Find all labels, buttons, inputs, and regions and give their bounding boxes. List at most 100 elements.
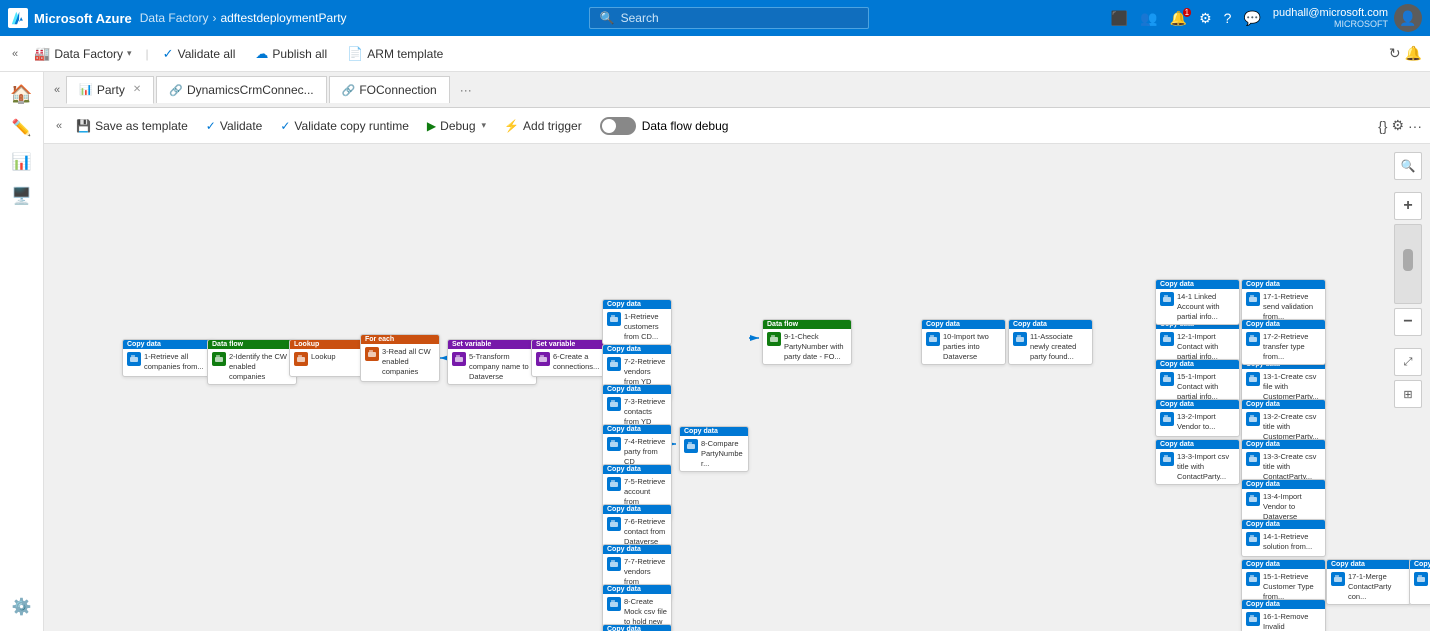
pipeline-node-n15[interactable]: Copy data 9-Retrieve temp args and Party…: [602, 624, 672, 631]
node-type-header: Copy data: [680, 427, 748, 436]
refresh-icon[interactable]: ↻: [1389, 45, 1401, 62]
add-trigger-btn[interactable]: ⚡ Add trigger: [496, 115, 590, 137]
breadcrumb-datafactory[interactable]: Data Factory: [140, 11, 209, 25]
left-icon-pencil[interactable]: ✏️: [6, 112, 38, 144]
canvas-zoom-out-btn[interactable]: −: [1394, 308, 1422, 336]
tab-party-close[interactable]: ✕: [133, 84, 141, 95]
nav-collapse-button[interactable]: «: [8, 46, 22, 62]
nav-dropdown-icon[interactable]: ▾: [127, 48, 132, 59]
node-body: 5-Transform company name to Dataverse: [448, 349, 536, 384]
node-body: 8-Compare PartyNumber...: [680, 436, 748, 471]
node-icon: [536, 352, 550, 366]
data-factory-icon: 🏭: [34, 46, 50, 62]
pipeline-node-n38[interactable]: Copy data 17-2-Retrieve transfer type fr…: [1241, 319, 1326, 365]
node-icon: [452, 352, 466, 366]
canvas-search-btn[interactable]: 🔍: [1394, 152, 1422, 180]
pipeline-node-n3[interactable]: Lookup Lookup: [289, 339, 364, 377]
canvas-fit-btn[interactable]: ⤢: [1394, 348, 1422, 376]
cloud-shell-icon[interactable]: ⬛: [1111, 10, 1128, 27]
pipeline-node-n18[interactable]: Copy data 10-Import two parties into Dat…: [921, 319, 1006, 365]
pipeline-node-n31[interactable]: Copy data 17-1-Merge ContactParty con...: [1326, 559, 1411, 605]
node-type-header: Copy data: [603, 505, 671, 514]
tab-collapse-btn[interactable]: «: [48, 80, 66, 100]
node-label: 8-Compare PartyNumber...: [701, 439, 744, 468]
user-info[interactable]: pudhall@microsoft.com MICROSOFT 👤: [1273, 4, 1422, 32]
node-label: 17-2-Retrieve transfer type from...: [1263, 332, 1321, 361]
azure-logo[interactable]: Microsoft Azure: [8, 8, 132, 28]
node-label: 12-1-Import Contact with partial info...: [1177, 332, 1235, 361]
search-box[interactable]: 🔍: [589, 7, 869, 29]
publish-icon: ☁: [255, 46, 268, 62]
code-icon[interactable]: {}: [1378, 118, 1387, 134]
pipeline-node-n1[interactable]: Copy data 1-Retrieve all companies from.…: [122, 339, 217, 377]
node-icon: [607, 597, 621, 611]
more-icon[interactable]: ···: [1408, 118, 1422, 134]
pipeline-node-n2[interactable]: Data flow 2-Identify the CW enabled comp…: [207, 339, 297, 385]
node-label: 1-Retrieve all companies from...: [144, 352, 212, 372]
help-icon[interactable]: ?: [1224, 10, 1232, 26]
pipeline-node-n19[interactable]: Copy data 11-Associate newly created par…: [1008, 319, 1093, 365]
node-body: 3-Read all CW enabled companies: [361, 344, 439, 379]
node-label: 14-1 Linked Account with partial info...: [1177, 292, 1235, 321]
tab-party-icon: 📊: [79, 83, 93, 96]
breadcrumb-sep: ›: [212, 11, 216, 25]
pipeline-node-n4[interactable]: For each 3-Read all CW enabled companies: [360, 334, 440, 382]
nav-publish-all[interactable]: ☁ Publish all: [247, 42, 335, 66]
directory-icon[interactable]: 👥: [1140, 10, 1157, 27]
filter-icon[interactable]: ⚙: [1391, 117, 1404, 134]
validate-btn[interactable]: ✓ Validate: [198, 115, 271, 137]
debug-dropdown-icon[interactable]: ▾: [482, 120, 487, 131]
debug-btn[interactable]: ▶ Debug ▾: [419, 115, 494, 137]
tab-dynamics[interactable]: 🔗 DynamicsCrmConnec...: [156, 76, 326, 103]
canvas-layout-btn[interactable]: ⊞: [1394, 380, 1422, 408]
node-icon: [1246, 412, 1260, 426]
node-label: 5-Transform company name to Dataverse: [469, 352, 532, 381]
node-label: 1-Retrieve customers from CD...: [624, 312, 667, 341]
left-icon-home[interactable]: 🏠: [6, 78, 38, 110]
nav-arm-template[interactable]: 📄 ARM template: [339, 42, 451, 66]
left-icon-gear[interactable]: ⚙️: [6, 591, 38, 623]
pipeline-node-n33[interactable]: Copy data 14-1 Linked Account with parti…: [1155, 279, 1240, 325]
pipeline-node-n16[interactable]: Copy data 8-Compare PartyNumber...: [679, 426, 749, 472]
tab-party[interactable]: 📊 Party ✕: [66, 76, 154, 104]
validate-copy-btn[interactable]: ✓ Validate copy runtime: [272, 115, 417, 137]
search-input[interactable]: [621, 11, 821, 25]
avatar[interactable]: 👤: [1394, 4, 1422, 32]
debug-toggle-switch[interactable]: [600, 117, 636, 135]
toolbar-collapse-btn[interactable]: «: [52, 120, 66, 132]
canvas-controls: 🔍 + − ⤢ ⊞: [1394, 152, 1422, 408]
node-icon: [1160, 332, 1174, 346]
debug-toggle-area: Data flow debug: [600, 117, 729, 135]
tab-bar: « 📊 Party ✕ 🔗 DynamicsCrmConnec... 🔗 FOC…: [44, 72, 1430, 108]
nav-data-factory[interactable]: 🏭 Data Factory ▾: [26, 42, 139, 66]
validate-copy-label: Validate copy runtime: [294, 119, 409, 133]
pipeline-node-n36[interactable]: Copy data 13-3-Import csv title with Con…: [1155, 439, 1240, 485]
nav-data-factory-label: Data Factory: [54, 47, 123, 61]
pipeline-node-n17[interactable]: Data flow 9-1-Check PartyNumber with par…: [762, 319, 852, 365]
node-icon: [607, 437, 621, 451]
notification-icon[interactable]: 🔔1: [1170, 10, 1187, 27]
nav-validate-all[interactable]: ✓ Validate all: [155, 42, 244, 66]
pipeline-node-n27[interactable]: Copy data 16-1-Remove Invalid ContactPar…: [1241, 599, 1326, 631]
trigger-icon: ⚡: [504, 119, 519, 133]
pipeline-node-n32[interactable]: Copy data 19-Import ContactParty into...: [1409, 559, 1430, 605]
top-bar-center: 🔍: [347, 7, 1111, 29]
node-type-header: For each: [361, 335, 439, 344]
left-icon-monitor[interactable]: 🖥️: [6, 180, 38, 212]
save-template-btn[interactable]: 💾 Save as template: [68, 115, 196, 137]
pipeline-node-n5[interactable]: Set variable 5-Transform company name to…: [447, 339, 537, 385]
left-icon-data[interactable]: 📊: [6, 146, 38, 178]
notifications-icon[interactable]: 🔔: [1405, 45, 1422, 62]
tab-fo[interactable]: 🔗 FOConnection: [329, 76, 450, 103]
node-icon: [1160, 452, 1174, 466]
canvas-zoom-in-btn[interactable]: +: [1394, 192, 1422, 220]
pipeline-node-n35[interactable]: Copy data 13-2-Import Vendor to...: [1155, 399, 1240, 437]
pipeline-toolbar: « 💾 Save as template ✓ Validate ✓ Valida…: [44, 108, 1430, 144]
feedback-icon[interactable]: 💬: [1243, 10, 1260, 27]
settings-icon[interactable]: ⚙: [1199, 10, 1212, 27]
pipeline-node-n25[interactable]: Copy data 14-1-Retrieve solution from...: [1241, 519, 1326, 557]
pipeline-node-n7[interactable]: Copy data 1-Retrieve customers from CD..…: [602, 299, 672, 345]
tab-fo-icon: 🔗: [342, 84, 356, 97]
node-icon: [767, 332, 781, 346]
tab-more-btn[interactable]: ···: [456, 79, 476, 101]
